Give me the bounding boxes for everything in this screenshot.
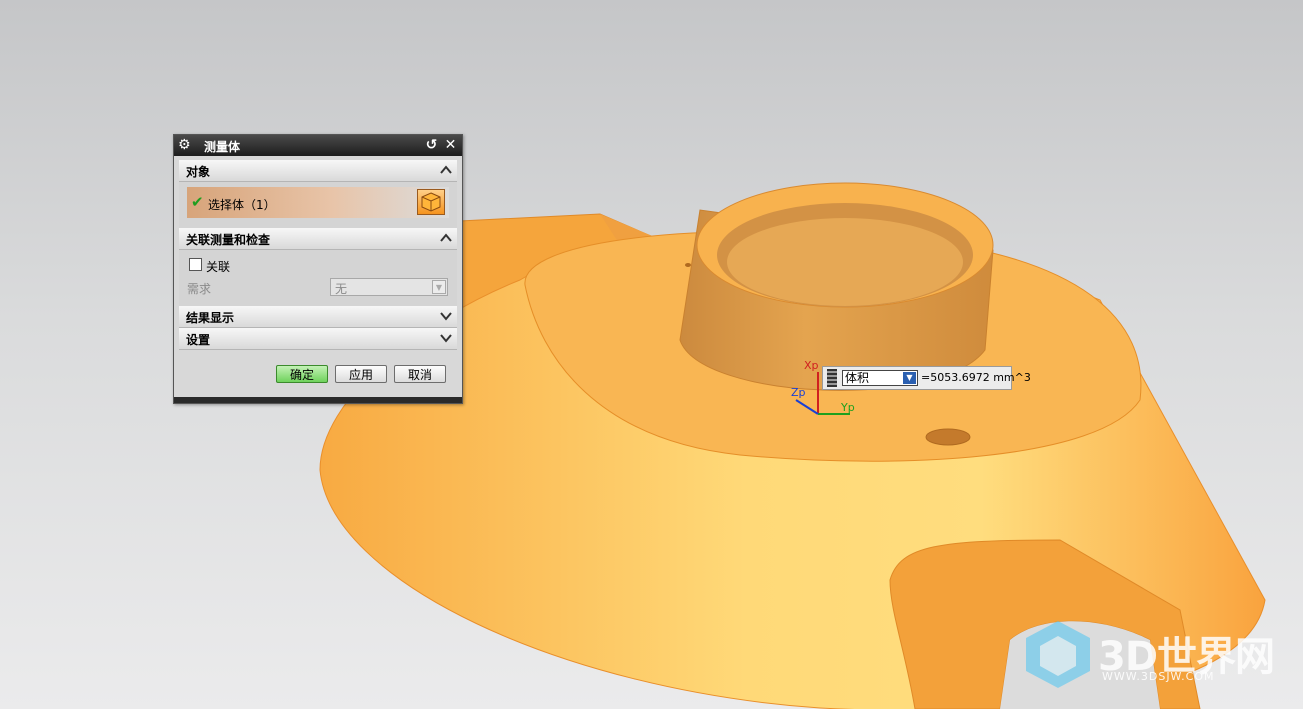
section-objects-label: 对象: [186, 165, 211, 179]
cancel-button[interactable]: 取消: [394, 365, 446, 383]
requirement-label: 需求: [187, 282, 212, 296]
x-axis-label: Xp: [804, 359, 819, 372]
dialog-title: 测量体: [204, 140, 241, 154]
checkmark-icon: ✔: [191, 193, 204, 211]
chevron-down-icon[interactable]: [438, 308, 454, 324]
section-objects-header[interactable]: 对象: [179, 160, 457, 182]
drag-handle[interactable]: [827, 369, 837, 387]
measure-type-dropdown[interactable]: 体积 ▼: [842, 370, 918, 386]
measure-body-dialog[interactable]: ⚙ 测量体 ↺ ✕ 对象 ✔ 选择体（1） 关联测量和检查 关联 需求 无 ▼ …: [173, 134, 463, 404]
section-objects-body: ✔ 选择体（1）: [179, 182, 457, 228]
section-results-label: 结果显示: [186, 311, 235, 325]
watermark-url: WWW.3DSJW.COM: [1102, 670, 1215, 683]
solid-body-icon: [421, 192, 441, 212]
dropdown-arrow-icon[interactable]: ▼: [432, 280, 446, 294]
chevron-up-icon[interactable]: [438, 230, 454, 246]
section-assoc-body: 关联 需求 无 ▼: [179, 250, 457, 306]
y-axis-label: Yp: [841, 401, 855, 414]
chevron-down-icon[interactable]: [438, 330, 454, 346]
measure-type-value: 体积: [845, 371, 870, 385]
apply-button[interactable]: 应用: [335, 365, 387, 383]
section-settings-header[interactable]: 设置: [179, 328, 457, 350]
measure-value: =5053.6972 mm^3: [921, 371, 1031, 384]
chevron-up-icon[interactable]: [438, 162, 454, 178]
select-body-row[interactable]: ✔ 选择体（1）: [187, 187, 449, 218]
watermark-logo-icon: [1026, 621, 1090, 688]
measure-annotation[interactable]: 体积 ▼ =5053.6972 mm^3: [822, 366, 1031, 390]
requirement-value: 无: [335, 282, 348, 296]
close-icon[interactable]: ✕: [442, 137, 459, 154]
section-settings-label: 设置: [186, 333, 211, 347]
dialog-titlebar[interactable]: ⚙ 测量体 ↺ ✕: [174, 135, 462, 156]
section-results-header[interactable]: 结果显示: [179, 306, 457, 328]
dropdown-arrow-icon[interactable]: ▼: [903, 372, 916, 384]
section-assoc-header[interactable]: 关联测量和检查: [179, 228, 457, 250]
reset-icon[interactable]: ↺: [423, 137, 440, 154]
ok-button[interactable]: 确定: [276, 365, 328, 383]
z-axis-label: Zp: [791, 386, 806, 399]
select-body-button[interactable]: [417, 189, 445, 215]
dialog-footer: [174, 397, 462, 403]
select-body-label: 选择体（1）: [208, 198, 276, 212]
requirement-dropdown[interactable]: 无 ▼: [330, 278, 448, 296]
associative-label: 关联: [206, 260, 231, 274]
associative-checkbox[interactable]: [189, 258, 202, 271]
section-assoc-label: 关联测量和检查: [186, 233, 271, 247]
gear-icon[interactable]: ⚙: [178, 137, 191, 153]
